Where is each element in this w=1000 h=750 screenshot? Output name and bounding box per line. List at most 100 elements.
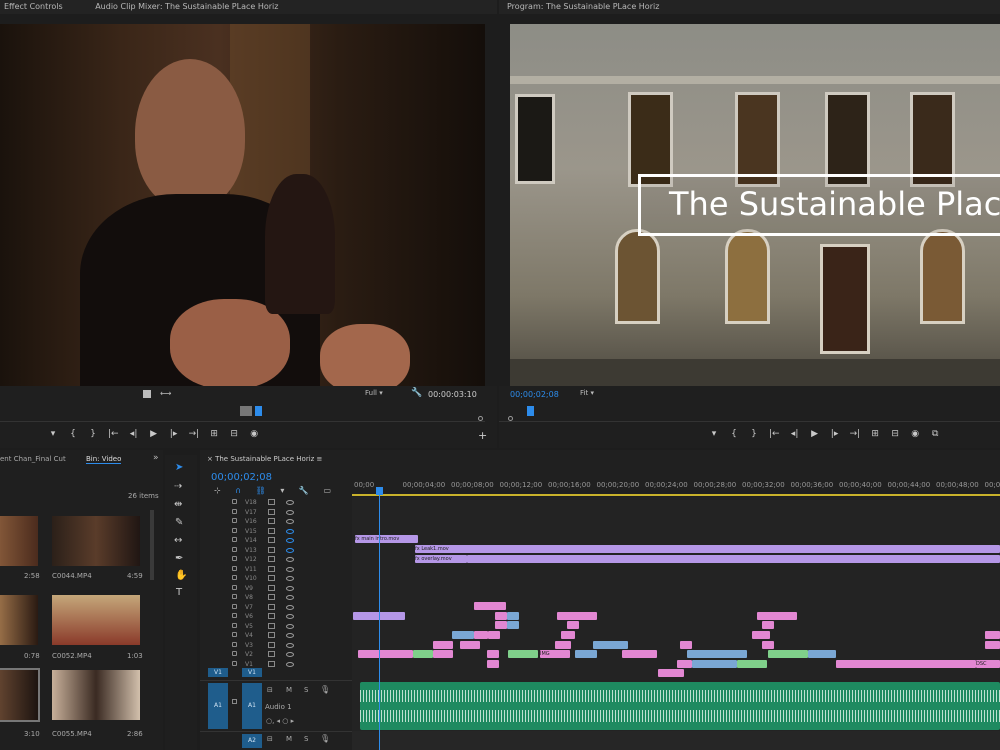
type-tool-icon[interactable]: T <box>176 587 182 598</box>
lock-icon[interactable] <box>232 632 237 637</box>
timeline-playhead-handle[interactable] <box>376 487 383 495</box>
sync-lock-icon[interactable] <box>268 632 275 638</box>
go-to-out-icon[interactable]: →| <box>189 429 200 439</box>
lock-icon[interactable] <box>232 613 237 618</box>
sync-lock-icon[interactable] <box>268 508 275 515</box>
linked-icon[interactable]: ⛓ <box>256 486 266 495</box>
sync-lock-icon[interactable] <box>268 660 275 667</box>
solo-button[interactable]: S <box>304 735 308 743</box>
step-back-icon[interactable]: ◂| <box>790 429 800 439</box>
video-clip[interactable] <box>658 669 684 677</box>
ripple-edit-tool-icon[interactable]: ⇹ <box>174 499 182 510</box>
timeline-playhead[interactable] <box>379 488 380 750</box>
video-clip-dsc[interactable]: DSC <box>976 660 1000 668</box>
lock-icon[interactable] <box>232 584 237 590</box>
marker-icon[interactable] <box>143 390 151 398</box>
lock-icon[interactable] <box>232 565 237 571</box>
panel-menu-icon[interactable]: » <box>153 453 159 463</box>
video-clip[interactable] <box>433 650 453 658</box>
video-clip[interactable] <box>555 641 571 649</box>
program-playhead[interactable] <box>527 406 534 416</box>
add-marker-icon[interactable]: ▾ <box>48 429 58 439</box>
sync-lock-icon[interactable] <box>268 575 275 581</box>
video-clip[interactable] <box>687 650 747 658</box>
export-frame-icon[interactable]: ◉ <box>249 429 259 439</box>
sync-lock-icon[interactable] <box>268 613 275 619</box>
eye-icon[interactable] <box>286 509 294 515</box>
video-clip[interactable] <box>757 612 797 620</box>
lock-icon[interactable] <box>232 603 237 609</box>
solo-button[interactable]: S <box>304 686 308 694</box>
video-clip[interactable] <box>507 621 519 629</box>
eye-icon[interactable] <box>286 604 294 610</box>
lock-icon[interactable] <box>232 518 237 523</box>
eye-icon[interactable] <box>286 623 294 629</box>
video-clip[interactable] <box>593 641 628 649</box>
slip-tool-icon[interactable]: ↔ <box>174 535 182 546</box>
clip-thumbnail-selected[interactable] <box>0 668 40 722</box>
sync-lock-icon[interactable] <box>268 556 275 562</box>
tab-effect-controls[interactable]: Effect Controls <box>4 2 63 11</box>
go-to-in-icon[interactable]: |← <box>108 429 119 439</box>
settings-icon[interactable]: ⟷ <box>160 389 171 398</box>
lock-icon[interactable] <box>232 575 237 580</box>
export-frame-icon[interactable]: ◉ <box>910 429 920 439</box>
target-a2[interactable]: A2 <box>242 734 262 748</box>
sync-lock-icon[interactable] <box>268 527 275 534</box>
mute-button[interactable]: M <box>286 686 292 694</box>
lock-icon[interactable] <box>232 622 237 628</box>
video-clip[interactable] <box>985 631 1000 639</box>
track-select-tool-icon[interactable]: ⇢ <box>174 481 182 492</box>
video-clip[interactable] <box>433 641 453 649</box>
eye-icon[interactable] <box>286 528 294 534</box>
clip-leak1[interactable]: fx Leak1.mov <box>415 545 1000 553</box>
step-back-icon[interactable]: ◂| <box>129 429 139 439</box>
clip-thumbnail[interactable] <box>0 516 38 566</box>
bin-tab[interactable]: Bin: Video <box>86 455 122 464</box>
target-a1[interactable]: A1 <box>242 683 262 729</box>
sync-lock-icon[interactable] <box>268 594 275 600</box>
eye-icon[interactable] <box>286 633 294 638</box>
eye-icon[interactable] <box>286 614 294 619</box>
zoom-select[interactable]: Full ▾ <box>365 389 383 397</box>
lock-icon[interactable] <box>232 641 237 647</box>
source-playhead[interactable] <box>255 406 262 416</box>
video-clip[interactable] <box>508 650 538 658</box>
eye-icon[interactable] <box>286 595 294 600</box>
program-timecode[interactable]: 00;00;02;08 <box>510 390 559 399</box>
sync-lock-icon[interactable] <box>268 499 275 505</box>
volume-dial-icon[interactable]: ○, ◂ ○ ▸ <box>266 717 294 725</box>
mute-button[interactable]: M <box>286 735 292 743</box>
clip-thumbnail[interactable] <box>0 595 38 645</box>
mark-in-icon[interactable]: { <box>729 429 739 439</box>
timeline-timecode[interactable]: 00;00;02;08 <box>211 472 272 483</box>
overwrite-icon[interactable]: ⊟ <box>229 429 239 439</box>
sync-lock-icon[interactable]: ⊟ <box>267 686 273 694</box>
clip-thumbnail[interactable] <box>52 516 140 566</box>
sync-lock-icon[interactable] <box>268 546 275 553</box>
lock-icon[interactable] <box>232 699 237 704</box>
mark-out-icon[interactable]: } <box>88 429 98 439</box>
clip-overlay[interactable]: fx overlay.mov <box>415 555 467 563</box>
extract-icon[interactable]: ⊟ <box>890 429 900 439</box>
compare-icon[interactable]: ⧉ <box>930 429 940 439</box>
video-clip[interactable] <box>692 660 737 668</box>
lock-icon[interactable] <box>232 546 237 552</box>
program-title[interactable]: Program: The Sustainable PLace Horiz <box>507 2 659 11</box>
video-clip[interactable] <box>762 621 774 629</box>
timeline-settings-icon[interactable]: 🔧 <box>299 486 309 495</box>
razor-tool-icon[interactable]: ✎ <box>175 517 183 528</box>
video-clip[interactable] <box>567 621 579 629</box>
eye-icon[interactable] <box>286 547 294 553</box>
source-patch-a1[interactable]: A1 <box>208 683 228 729</box>
lift-icon[interactable]: ⊞ <box>870 429 880 439</box>
selection-tool-icon[interactable]: ➤ <box>175 462 183 473</box>
video-clip[interactable] <box>680 641 692 649</box>
video-clip[interactable] <box>413 650 433 658</box>
lock-icon[interactable] <box>232 651 237 656</box>
video-clip[interactable] <box>985 641 1000 649</box>
video-clip[interactable] <box>474 602 506 610</box>
eye-icon[interactable] <box>286 652 294 657</box>
add-marker-icon[interactable]: ▾ <box>709 429 719 439</box>
lock-icon[interactable] <box>232 660 237 666</box>
